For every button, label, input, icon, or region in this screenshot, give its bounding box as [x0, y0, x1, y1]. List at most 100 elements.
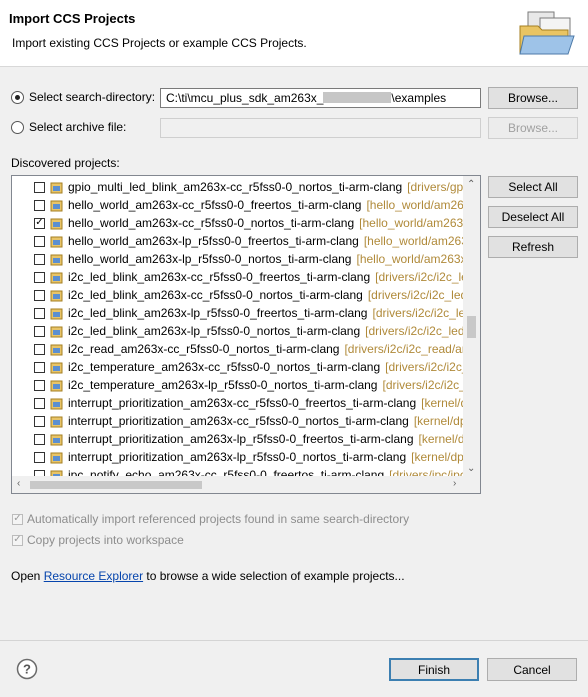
project-checkbox[interactable]: ✓ [34, 217, 45, 229]
project-row[interactable]: i2c_read_am263x-cc_r5fss0-0_nortos_ti-ar… [12, 340, 464, 358]
project-row[interactable]: hello_world_am263x-cc_r5fss0-0_freertos_… [12, 196, 464, 214]
project-icon [50, 398, 63, 409]
project-path: [kernel/dpl/interrupt_prioritization] [418, 432, 465, 446]
project-list[interactable]: gpio_multi_led_blink_am263x-cc_r5fss0-0_… [11, 175, 481, 494]
project-row[interactable]: interrupt_prioritization_am263x-cc_r5fss… [12, 412, 464, 430]
search-directory-value-suffix: \examples [391, 91, 447, 105]
checkmark-icon: ✓ [12, 513, 23, 525]
project-icon [50, 434, 63, 445]
cancel-button[interactable]: Cancel [487, 658, 577, 681]
project-checkbox[interactable] [34, 415, 45, 427]
project-row[interactable]: i2c_led_blink_am263x-lp_r5fss0-0_freerto… [12, 304, 464, 322]
project-row[interactable]: i2c_led_blink_am263x-cc_r5fss0-0_freerto… [12, 268, 464, 286]
project-checkbox[interactable] [34, 397, 45, 409]
project-path: [drivers/ipc/ipc_notify_echo] [389, 468, 464, 476]
project-row[interactable]: i2c_temperature_am263x-cc_r5fss0-0_norto… [12, 358, 464, 376]
project-icon [50, 182, 63, 193]
project-name: gpio_multi_led_blink_am263x-cc_r5fss0-0_… [68, 180, 403, 194]
dialog-subtitle: Import existing CCS Projects or example … [12, 36, 307, 50]
discovered-projects-label: Discovered projects: [11, 156, 120, 170]
scroll-up-icon[interactable]: ⌃ [467, 180, 475, 190]
select-archive-file-radio[interactable]: Select archive file: [11, 120, 126, 134]
project-name: i2c_led_blink_am263x-lp_r5fss0-0_freerto… [68, 306, 368, 320]
project-name: hello_world_am263x-cc_r5fss0-0_nortos_ti… [68, 216, 355, 230]
project-icon [50, 362, 63, 373]
refresh-button[interactable]: Refresh [488, 236, 578, 258]
search-directory-label: Select search-directory: [29, 90, 156, 104]
archive-file-input[interactable] [160, 118, 481, 138]
horizontal-scroll-thumb[interactable] [30, 481, 202, 489]
project-checkbox[interactable] [34, 451, 45, 463]
dialog-title: Import CCS Projects [9, 11, 136, 26]
archive-file-label: Select archive file: [29, 120, 127, 134]
search-directory-input[interactable]: C:\ti\mcu_plus_sdk_am263x_ \examples [160, 88, 481, 108]
finish-button[interactable]: Finish [389, 658, 479, 681]
project-checkbox[interactable] [34, 433, 45, 445]
project-row[interactable]: interrupt_prioritization_am263x-cc_r5fss… [12, 394, 464, 412]
resource-explorer-link[interactable]: Resource Explorer [44, 569, 143, 583]
project-name: interrupt_prioritization_am263x-lp_r5fss… [68, 450, 407, 464]
project-row[interactable]: hello_world_am263x-lp_r5fss0-0_freertos_… [12, 232, 464, 250]
project-row[interactable]: i2c_temperature_am263x-lp_r5fss0-0_norto… [12, 376, 464, 394]
project-checkbox[interactable] [34, 235, 45, 247]
project-name: hello_world_am263x-cc_r5fss0-0_freertos_… [68, 198, 362, 212]
project-name: i2c_read_am263x-cc_r5fss0-0_nortos_ti-ar… [68, 342, 340, 356]
project-checkbox[interactable] [34, 307, 45, 319]
project-checkbox[interactable] [34, 289, 45, 301]
project-checkbox[interactable] [34, 379, 45, 391]
search-directory-value-prefix: C:\ti\mcu_plus_sdk_am263x_ [166, 91, 324, 105]
project-icon [50, 326, 63, 337]
scroll-left-icon[interactable]: ‹ [17, 479, 20, 489]
horizontal-scrollbar[interactable]: ‹ › [12, 476, 480, 493]
auto-import-label: Automatically import referenced projects… [27, 512, 410, 526]
redacted-text [323, 92, 392, 103]
project-path: [hello_world/am263x-lp/r5fss0-0_nortos/t… [356, 252, 464, 266]
project-path: [drivers/gpio/gpio_multi_led_blink] [407, 180, 464, 194]
project-icon [50, 452, 63, 463]
project-checkbox[interactable] [34, 181, 45, 193]
project-path: [hello_world/am263x-cc/r5fss0-0_freertos… [366, 198, 464, 212]
project-checkbox[interactable] [34, 271, 45, 283]
project-name: i2c_temperature_am263x-cc_r5fss0-0_norto… [68, 360, 381, 374]
project-icon [50, 290, 63, 301]
folder-wizard-icon [519, 11, 575, 55]
project-name: interrupt_prioritization_am263x-lp_r5fss… [68, 432, 414, 446]
project-path: [kernel/dpl/interrupt_prioritization] [421, 396, 464, 410]
project-row[interactable]: interrupt_prioritization_am263x-lp_r5fss… [12, 430, 464, 448]
project-row[interactable]: i2c_led_blink_am263x-cc_r5fss0-0_nortos_… [12, 286, 464, 304]
project-icon [50, 254, 63, 265]
info-suffix: to browse a wide selection of example pr… [143, 569, 405, 583]
project-name: hello_world_am263x-lp_r5fss0-0_freertos_… [68, 234, 359, 248]
info-prefix: Open [11, 569, 44, 583]
vertical-scrollbar[interactable]: ⌃ ⌄ [463, 176, 480, 476]
project-row[interactable]: interrupt_prioritization_am263x-lp_r5fss… [12, 448, 464, 466]
vertical-scroll-thumb[interactable] [467, 316, 476, 338]
project-row[interactable]: hello_world_am263x-lp_r5fss0-0_nortos_ti… [12, 250, 464, 268]
project-name: hello_world_am263x-lp_r5fss0-0_nortos_ti… [68, 252, 352, 266]
project-path: [drivers/i2c/i2c_led_blink] [375, 270, 464, 284]
deselect-all-button[interactable]: Deselect All [488, 206, 578, 228]
checkmark-icon: ✓ [12, 534, 23, 546]
project-row[interactable]: i2c_led_blink_am263x-lp_r5fss0-0_nortos_… [12, 322, 464, 340]
project-checkbox[interactable] [34, 325, 45, 337]
copy-projects-checkbox[interactable]: ✓ Copy projects into workspace [12, 533, 184, 547]
project-checkbox[interactable] [34, 343, 45, 355]
project-path: [drivers/i2c/i2c_read/am263x-cc] [344, 342, 464, 356]
select-search-directory-radio[interactable]: Select search-directory: [11, 90, 155, 104]
project-row[interactable]: ipc_notify_echo_am263x-cc_r5fss0-0_freer… [12, 466, 464, 476]
copy-projects-label: Copy projects into workspace [27, 533, 184, 547]
project-path: [kernel/dpl/interrupt_prioritization] [413, 414, 464, 428]
project-checkbox[interactable] [34, 199, 45, 211]
project-checkbox[interactable] [34, 361, 45, 373]
project-row[interactable]: ✓ hello_world_am263x-cc_r5fss0-0_nortos_t… [12, 214, 464, 232]
project-name: i2c_led_blink_am263x-cc_r5fss0-0_freerto… [68, 270, 371, 284]
scroll-down-icon[interactable]: ⌄ [467, 464, 475, 474]
select-all-button[interactable]: Select All [488, 176, 578, 198]
auto-import-checkbox[interactable]: ✓ Automatically import referenced projec… [12, 512, 409, 526]
project-checkbox[interactable] [34, 253, 45, 265]
scroll-right-icon[interactable]: › [453, 479, 456, 489]
browse-archive-button[interactable]: Browse... [488, 117, 578, 139]
help-icon[interactable]: ? [16, 658, 38, 680]
browse-directory-button[interactable]: Browse... [488, 87, 578, 109]
project-row[interactable]: gpio_multi_led_blink_am263x-cc_r5fss0-0_… [12, 178, 464, 196]
